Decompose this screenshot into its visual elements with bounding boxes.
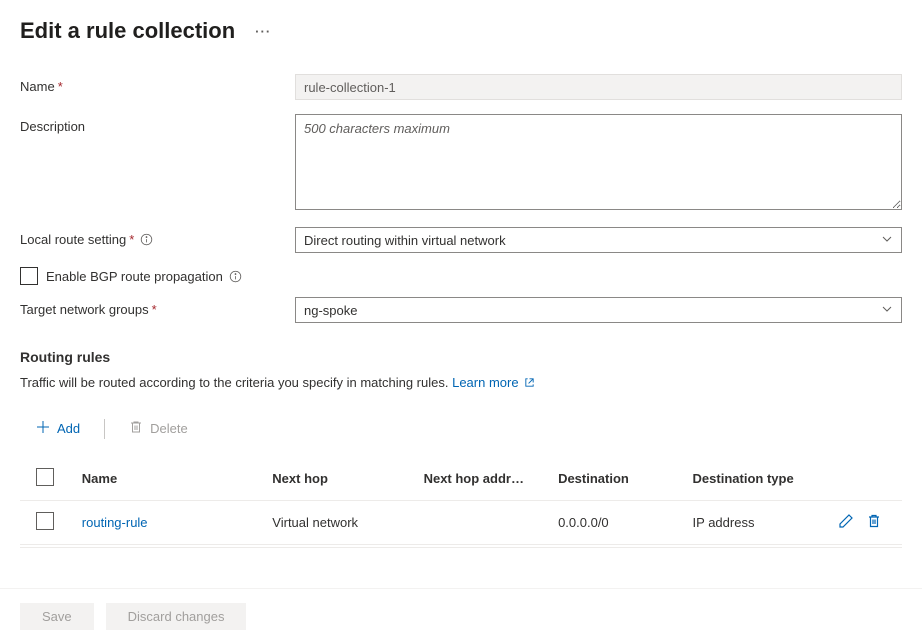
target-network-groups-dropdown[interactable]: ng-spoke (295, 297, 902, 323)
command-separator (104, 419, 105, 439)
column-header-next-hop[interactable]: Next hop (264, 457, 415, 501)
required-indicator: * (129, 232, 134, 247)
local-route-setting-label: Local route setting (20, 232, 126, 247)
table-row[interactable]: routing-rule Virtual network 0.0.0.0/0 I… (20, 501, 902, 545)
cell-next-hop: Virtual network (264, 501, 415, 545)
row-checkbox[interactable] (36, 512, 54, 530)
discard-changes-button[interactable]: Discard changes (106, 603, 247, 630)
name-label: Name (20, 79, 55, 94)
cell-destination: 0.0.0.0/0 (550, 501, 684, 545)
dropdown-value: Direct routing within virtual network (304, 233, 506, 248)
dropdown-value: ng-spoke (304, 303, 357, 318)
trash-icon[interactable] (866, 513, 882, 532)
select-all-checkbox[interactable] (36, 468, 54, 486)
info-icon[interactable] (229, 270, 242, 283)
rule-name-link[interactable]: routing-rule (82, 515, 148, 530)
close-button[interactable] (890, 14, 902, 44)
learn-more-link[interactable]: Learn more (452, 375, 535, 390)
save-button[interactable]: Save (20, 603, 94, 630)
edit-icon[interactable] (838, 513, 854, 532)
enable-bgp-checkbox[interactable] (20, 267, 38, 285)
description-textarea[interactable] (295, 114, 902, 210)
info-icon[interactable] (140, 233, 153, 246)
add-button[interactable]: Add (28, 414, 88, 443)
external-link-icon (522, 375, 535, 390)
column-header-destination[interactable]: Destination (550, 457, 684, 501)
trash-icon (129, 420, 143, 437)
delete-button[interactable]: Delete (121, 414, 196, 443)
required-indicator: * (58, 79, 63, 94)
chevron-down-icon (881, 233, 893, 248)
page-title: Edit a rule collection (20, 18, 235, 44)
more-actions-button[interactable]: ··· (255, 24, 271, 39)
chevron-down-icon (881, 303, 893, 318)
plus-icon (36, 420, 50, 437)
routing-rules-subtext: Traffic will be routed according to the … (20, 375, 902, 390)
required-indicator: * (152, 302, 157, 317)
local-route-setting-dropdown[interactable]: Direct routing within virtual network (295, 227, 902, 253)
target-network-groups-label: Target network groups (20, 302, 149, 317)
routing-rules-table: Name Next hop Next hop addr… Destination… (20, 457, 902, 545)
cell-destination-type: IP address (685, 501, 831, 545)
name-input[interactable] (295, 74, 902, 100)
description-label: Description (20, 119, 85, 134)
routing-rules-heading: Routing rules (20, 349, 902, 365)
column-header-name[interactable]: Name (74, 457, 265, 501)
enable-bgp-label: Enable BGP route propagation (46, 269, 223, 284)
column-header-next-hop-addr[interactable]: Next hop addr… (416, 457, 550, 501)
column-header-destination-type[interactable]: Destination type (685, 457, 831, 501)
cell-next-hop-addr (416, 501, 550, 545)
